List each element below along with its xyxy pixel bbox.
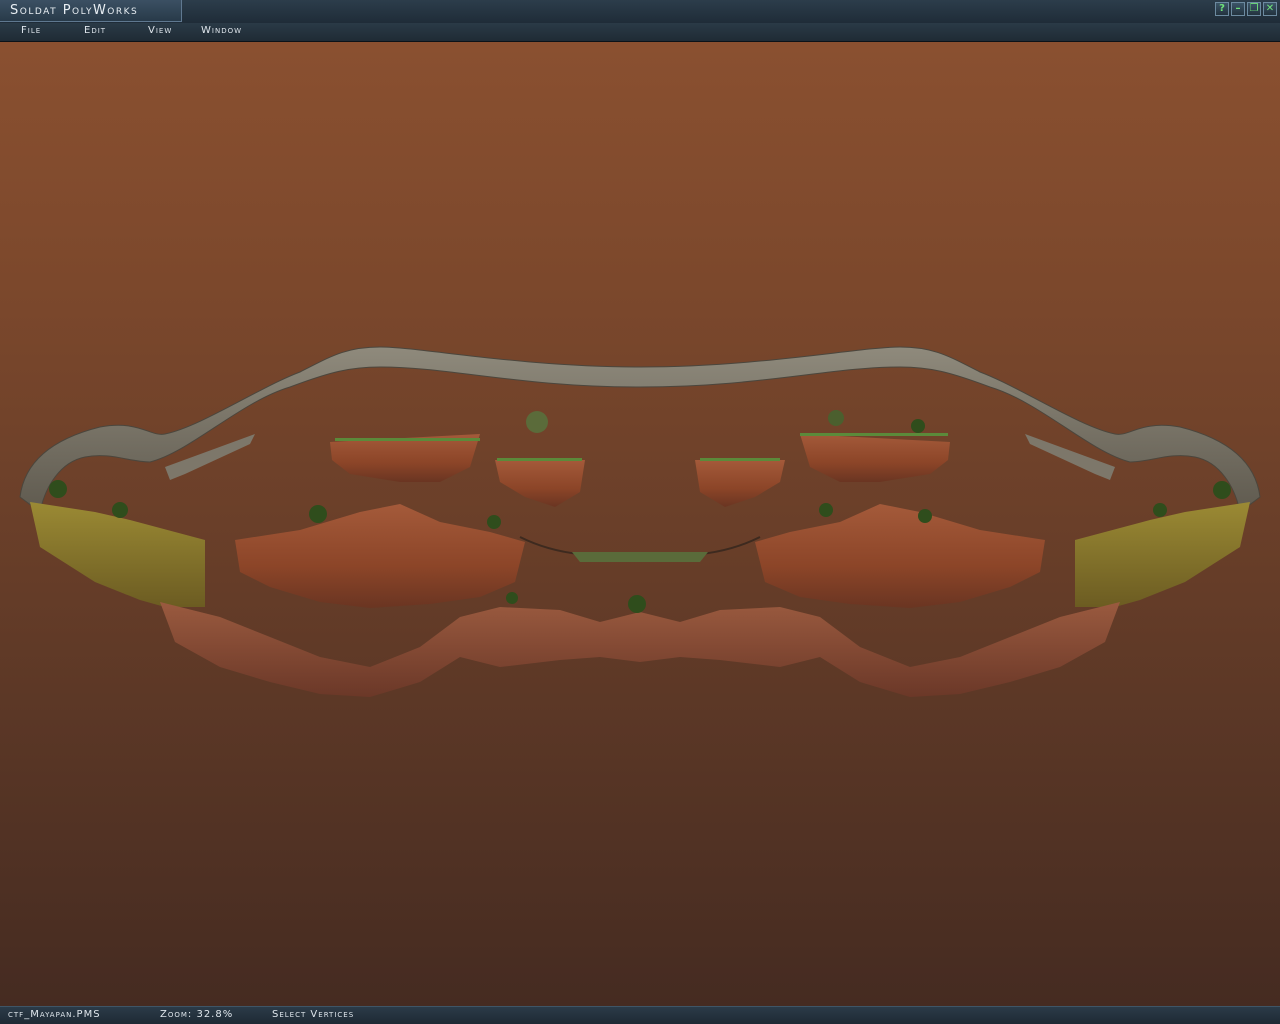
moss-wall-right [1075,502,1250,607]
restore-icon[interactable]: ❐ [1247,2,1261,16]
cave-floor [160,602,1120,697]
close-icon[interactable]: ✕ [1263,2,1277,16]
minimize-icon[interactable]: – [1231,2,1245,16]
app-title: Soldat PolyWorks [10,3,139,18]
bridge-planks [572,552,708,562]
help-icon[interactable]: ? [1215,2,1229,16]
menu-window[interactable]: Window [201,25,242,36]
status-tool: Select Vertices [272,1009,355,1020]
island-upper-right [800,434,950,482]
map-render [19,346,1261,697]
trees [49,410,1231,613]
title-bar: Soldat PolyWorks ? – ❐ ✕ [0,0,1280,24]
map-canvas[interactable] [0,42,1280,1006]
status-filename: ctf_Mayapan.PMS [8,1009,101,1020]
island-upper-mid-right [695,460,785,507]
status-bar: ctf_Mayapan.PMS Zoom: 32.8% Select Verti… [0,1006,1280,1024]
menu-view[interactable]: View [148,25,172,36]
menu-bar: File Edit View Window [0,23,1280,42]
menu-file[interactable]: File [21,25,41,36]
window-controls: ? – ❐ ✕ [1215,2,1277,16]
island-mid-left [235,504,525,608]
island-upper-left [330,434,480,482]
moss-wall-left [30,502,205,607]
island-mid-right [755,504,1045,608]
title-tab: Soldat PolyWorks [0,0,182,22]
status-zoom: Zoom: 32.8% [160,1009,234,1020]
island-upper-mid-left [495,460,585,507]
stone-ceiling [19,346,1261,513]
menu-edit[interactable]: Edit [84,25,106,36]
